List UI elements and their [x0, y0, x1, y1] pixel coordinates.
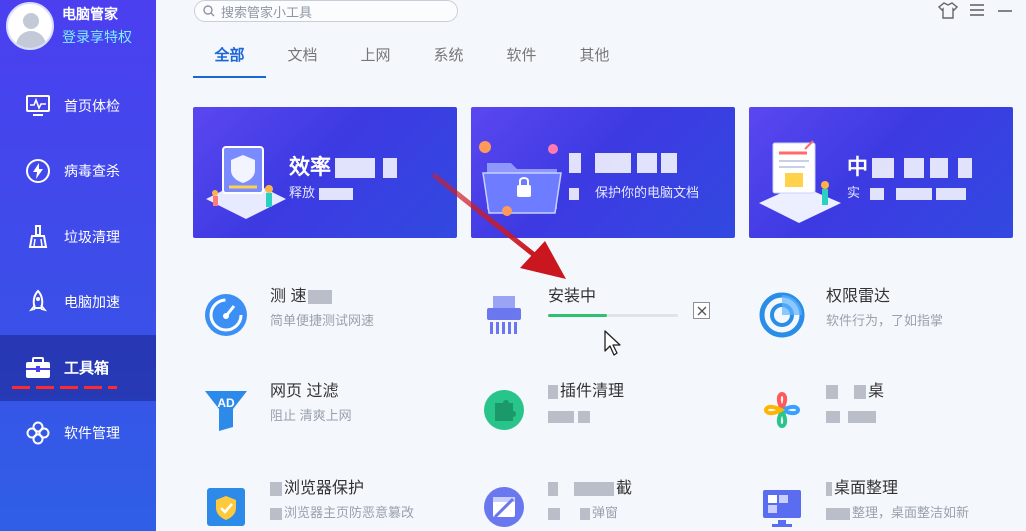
search-icon [203, 5, 215, 17]
banner-1-subtitle: 释放 [289, 185, 316, 200]
sidebar-item-junk-clean[interactable]: 垃圾清理 [0, 204, 156, 270]
sidebar-item-home-checkup[interactable]: 首页体检 [0, 73, 156, 139]
menu-icon[interactable] [966, 0, 988, 20]
red-underline-marks [12, 385, 117, 389]
tool-desktop-widget[interactable]: 桌 [749, 381, 989, 441]
banner-1-title: 效率 [289, 156, 331, 179]
install-progress-bar [548, 314, 678, 317]
tab-software[interactable]: 软件 [485, 36, 558, 78]
lightning-shield-icon [24, 157, 52, 185]
speedometer-icon [205, 294, 247, 336]
search-bar[interactable]: 搜索管家小工具 [194, 0, 458, 22]
shredder-icon [487, 296, 521, 334]
clover-icon [764, 392, 800, 428]
toolbox-icon [24, 354, 52, 382]
tool-desktop-organize[interactable]: 桌面整理 整理，桌面整洁如新 [749, 478, 989, 531]
apps-icon [24, 419, 52, 447]
puzzle-icon [484, 390, 524, 430]
folder-lock-illustration-icon [479, 141, 562, 216]
screen-chart-illustration-icon [206, 146, 286, 219]
sidebar-item-label: 电脑加速 [64, 294, 120, 311]
sidebar-item-toolbox[interactable]: 工具箱 [0, 335, 156, 401]
sidebar-item-speedup[interactable]: 电脑加速 [0, 270, 156, 336]
window-block-icon [484, 487, 524, 527]
radar-icon [759, 292, 805, 338]
install-progress-fill [548, 314, 607, 317]
tool-name: 截 [616, 480, 633, 497]
banner-3[interactable]: 中 实 [749, 107, 1013, 238]
tool-permission-radar[interactable]: 权限雷达 软件行为，了如指掌 [749, 286, 989, 346]
tool-name: 桌面整理 [834, 480, 899, 497]
user-avatar-icon[interactable] [6, 2, 54, 50]
tool-name: 网页 过滤 [270, 383, 339, 400]
broom-icon [24, 223, 52, 251]
mouse-cursor-icon [604, 330, 621, 356]
report-illustration-icon [759, 140, 841, 223]
minimize-icon[interactable] [994, 0, 1016, 20]
tool-name: 浏览器保护 [284, 480, 365, 497]
browser-shield-icon [207, 488, 245, 526]
tab-all[interactable]: 全部 [193, 36, 266, 78]
tool-desc: 简单便捷测试网速 [270, 313, 375, 328]
rocket-icon [24, 288, 52, 316]
search-input[interactable]: 搜索管家小工具 [221, 2, 312, 21]
cancel-install-button[interactable] [693, 302, 710, 319]
banner-3-subtitle: 实 [847, 185, 861, 200]
banner-2[interactable]: 保护你的电脑文档 [471, 107, 735, 238]
sidebar-item-software-manage[interactable]: 软件管理 [0, 401, 156, 467]
tool-name: 权限雷达 [826, 288, 891, 305]
banner-1[interactable]: 效率 释放 [193, 107, 457, 238]
close-icon [697, 306, 706, 315]
tool-plugin-clean[interactable]: 插件清理 [471, 381, 711, 441]
sidebar-item-label: 工具箱 [64, 360, 110, 378]
sidebar-nav: 首页体检 病毒查杀 垃圾清理 电脑加速 工具箱 软件管理 [0, 73, 156, 466]
tool-desc: 阻止 清爽上网 [270, 408, 352, 423]
sidebar: 电脑管家 登录享特权 首页体检 病毒查杀 垃圾清理 电脑加速 工具箱 软件管理 [0, 0, 156, 531]
tab-internet[interactable]: 上网 [339, 36, 412, 78]
tool-web-filter[interactable]: AD 网页 过滤 阻止 清爽上网 [193, 381, 433, 441]
tool-popup-intercept[interactable]: 截 弹窗 [471, 478, 711, 531]
banner-3-title: 中 [847, 156, 868, 179]
profile-area: 电脑管家 登录享特权 [6, 2, 132, 50]
sidebar-item-virus-scan[interactable]: 病毒查杀 [0, 139, 156, 205]
tool-desc: 浏览器主页防恶意篡改 [284, 505, 415, 520]
tool-desc: 整理，桌面整洁如新 [852, 505, 970, 520]
sidebar-item-label: 垃圾清理 [64, 228, 120, 245]
desktop-organize-icon [763, 490, 801, 527]
tab-documents[interactable]: 文档 [266, 36, 339, 78]
tab-system[interactable]: 系统 [412, 36, 485, 78]
banner-2-subtitle: 保护你的电脑文档 [595, 185, 700, 200]
sidebar-item-label: 软件管理 [64, 425, 120, 442]
tool-name: 安装中 [548, 288, 597, 305]
tool-name: 插件清理 [560, 383, 625, 400]
tab-other[interactable]: 其他 [558, 36, 631, 78]
sidebar-item-label: 首页体检 [64, 97, 120, 114]
shirt-icon[interactable] [937, 0, 959, 20]
app-name: 电脑管家 [62, 6, 118, 22]
tool-name: 测 速 [270, 288, 307, 305]
tool-browser-protect[interactable]: 浏览器保护 浏览器主页防恶意篡改 [193, 478, 433, 531]
tool-speed-test[interactable]: 测 速 简单便捷测试网速 [193, 286, 433, 346]
monitor-check-icon [24, 92, 52, 120]
tool-desc: 软件行为，了如指掌 [826, 313, 944, 328]
tool-name: 桌 [868, 383, 885, 400]
ad-filter-icon: AD [205, 391, 247, 431]
svg-text:AD: AD [217, 396, 235, 410]
category-tabs: 全部 文档 上网 系统 软件 其他 [193, 36, 631, 78]
tool-desc: 弹窗 [592, 505, 619, 520]
sidebar-item-label: 病毒查杀 [64, 163, 120, 180]
login-link[interactable]: 登录享特权 [62, 27, 132, 47]
